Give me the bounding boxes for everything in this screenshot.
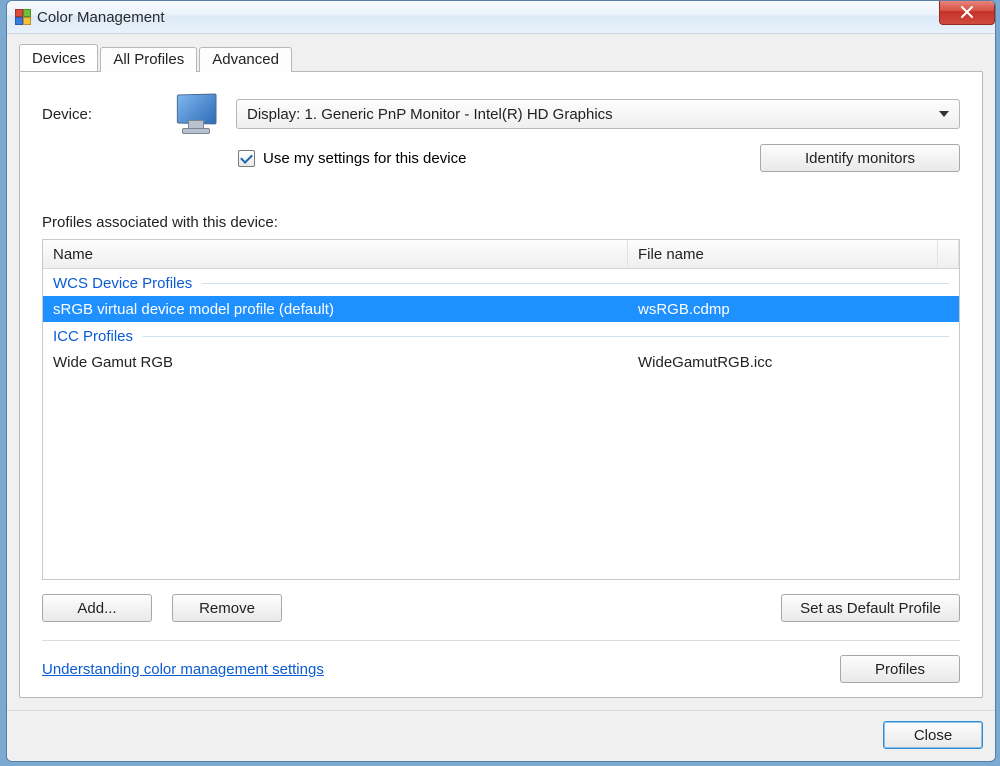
color-management-window: Color Management Devices All Profiles Ad… — [6, 0, 996, 762]
divider — [42, 640, 960, 641]
column-name[interactable]: Name — [43, 240, 628, 268]
profile-filename: WideGamutRGB.icc — [628, 354, 959, 371]
use-settings-label: Use my settings for this device — [263, 150, 466, 167]
understanding-link[interactable]: Understanding color management settings — [42, 661, 324, 678]
group-title: ICC Profiles — [53, 328, 133, 345]
bottom-bar: Close — [7, 710, 995, 761]
profiles-section-label: Profiles associated with this device: — [42, 214, 960, 231]
monitor-icon — [172, 94, 220, 134]
device-dropdown-value: Display: 1. Generic PnP Monitor - Intel(… — [247, 106, 613, 123]
tab-all-profiles[interactable]: All Profiles — [100, 47, 197, 72]
group-wcs-device-profiles: WCS Device Profiles — [43, 269, 959, 296]
listview-body: WCS Device Profiles sRGB virtual device … — [43, 269, 959, 579]
device-dropdown[interactable]: Display: 1. Generic PnP Monitor - Intel(… — [236, 99, 960, 129]
column-padding — [938, 240, 959, 268]
tab-devices[interactable]: Devices — [19, 44, 98, 71]
identify-monitors-button[interactable]: Identify monitors — [760, 144, 960, 172]
titlebar: Color Management — [7, 1, 995, 34]
window-title: Color Management — [37, 9, 165, 26]
tab-advanced[interactable]: Advanced — [199, 47, 292, 72]
device-label: Device: — [42, 106, 172, 123]
footer-row: Understanding color management settings … — [42, 655, 960, 683]
profile-buttons-row: Add... Remove Set as Default Profile — [42, 594, 960, 622]
chevron-down-icon — [939, 111, 949, 117]
group-title: WCS Device Profiles — [53, 275, 192, 292]
tabstrip: Devices All Profiles Advanced — [19, 44, 983, 71]
close-button[interactable] — [939, 0, 995, 25]
color-management-icon — [15, 9, 31, 25]
profile-row[interactable]: Wide Gamut RGB WideGamutRGB.icc — [43, 349, 959, 375]
device-row: Device: Display: 1. Generic PnP Monitor … — [42, 94, 960, 134]
set-default-profile-button[interactable]: Set as Default Profile — [781, 594, 960, 622]
client-area: Devices All Profiles Advanced Device: Di… — [7, 34, 995, 710]
listview-header: Name File name — [43, 240, 959, 269]
device-options-row: Use my settings for this device Identify… — [42, 144, 960, 172]
use-settings-checkbox[interactable] — [238, 150, 255, 167]
profiles-listview[interactable]: Name File name WCS Device Profiles sRGB … — [42, 239, 960, 580]
profile-row[interactable]: sRGB virtual device model profile (defau… — [43, 296, 959, 322]
tabpanel-devices: Device: Display: 1. Generic PnP Monitor … — [19, 71, 983, 698]
close-dialog-button[interactable]: Close — [883, 721, 983, 749]
column-filename[interactable]: File name — [628, 240, 938, 268]
profile-name: sRGB virtual device model profile (defau… — [43, 301, 628, 318]
add-button[interactable]: Add... — [42, 594, 152, 622]
close-icon — [960, 5, 974, 19]
profile-name: Wide Gamut RGB — [43, 354, 628, 371]
remove-button[interactable]: Remove — [172, 594, 282, 622]
profiles-button[interactable]: Profiles — [840, 655, 960, 683]
group-icc-profiles: ICC Profiles — [43, 322, 959, 349]
profile-filename: wsRGB.cdmp — [628, 301, 959, 318]
